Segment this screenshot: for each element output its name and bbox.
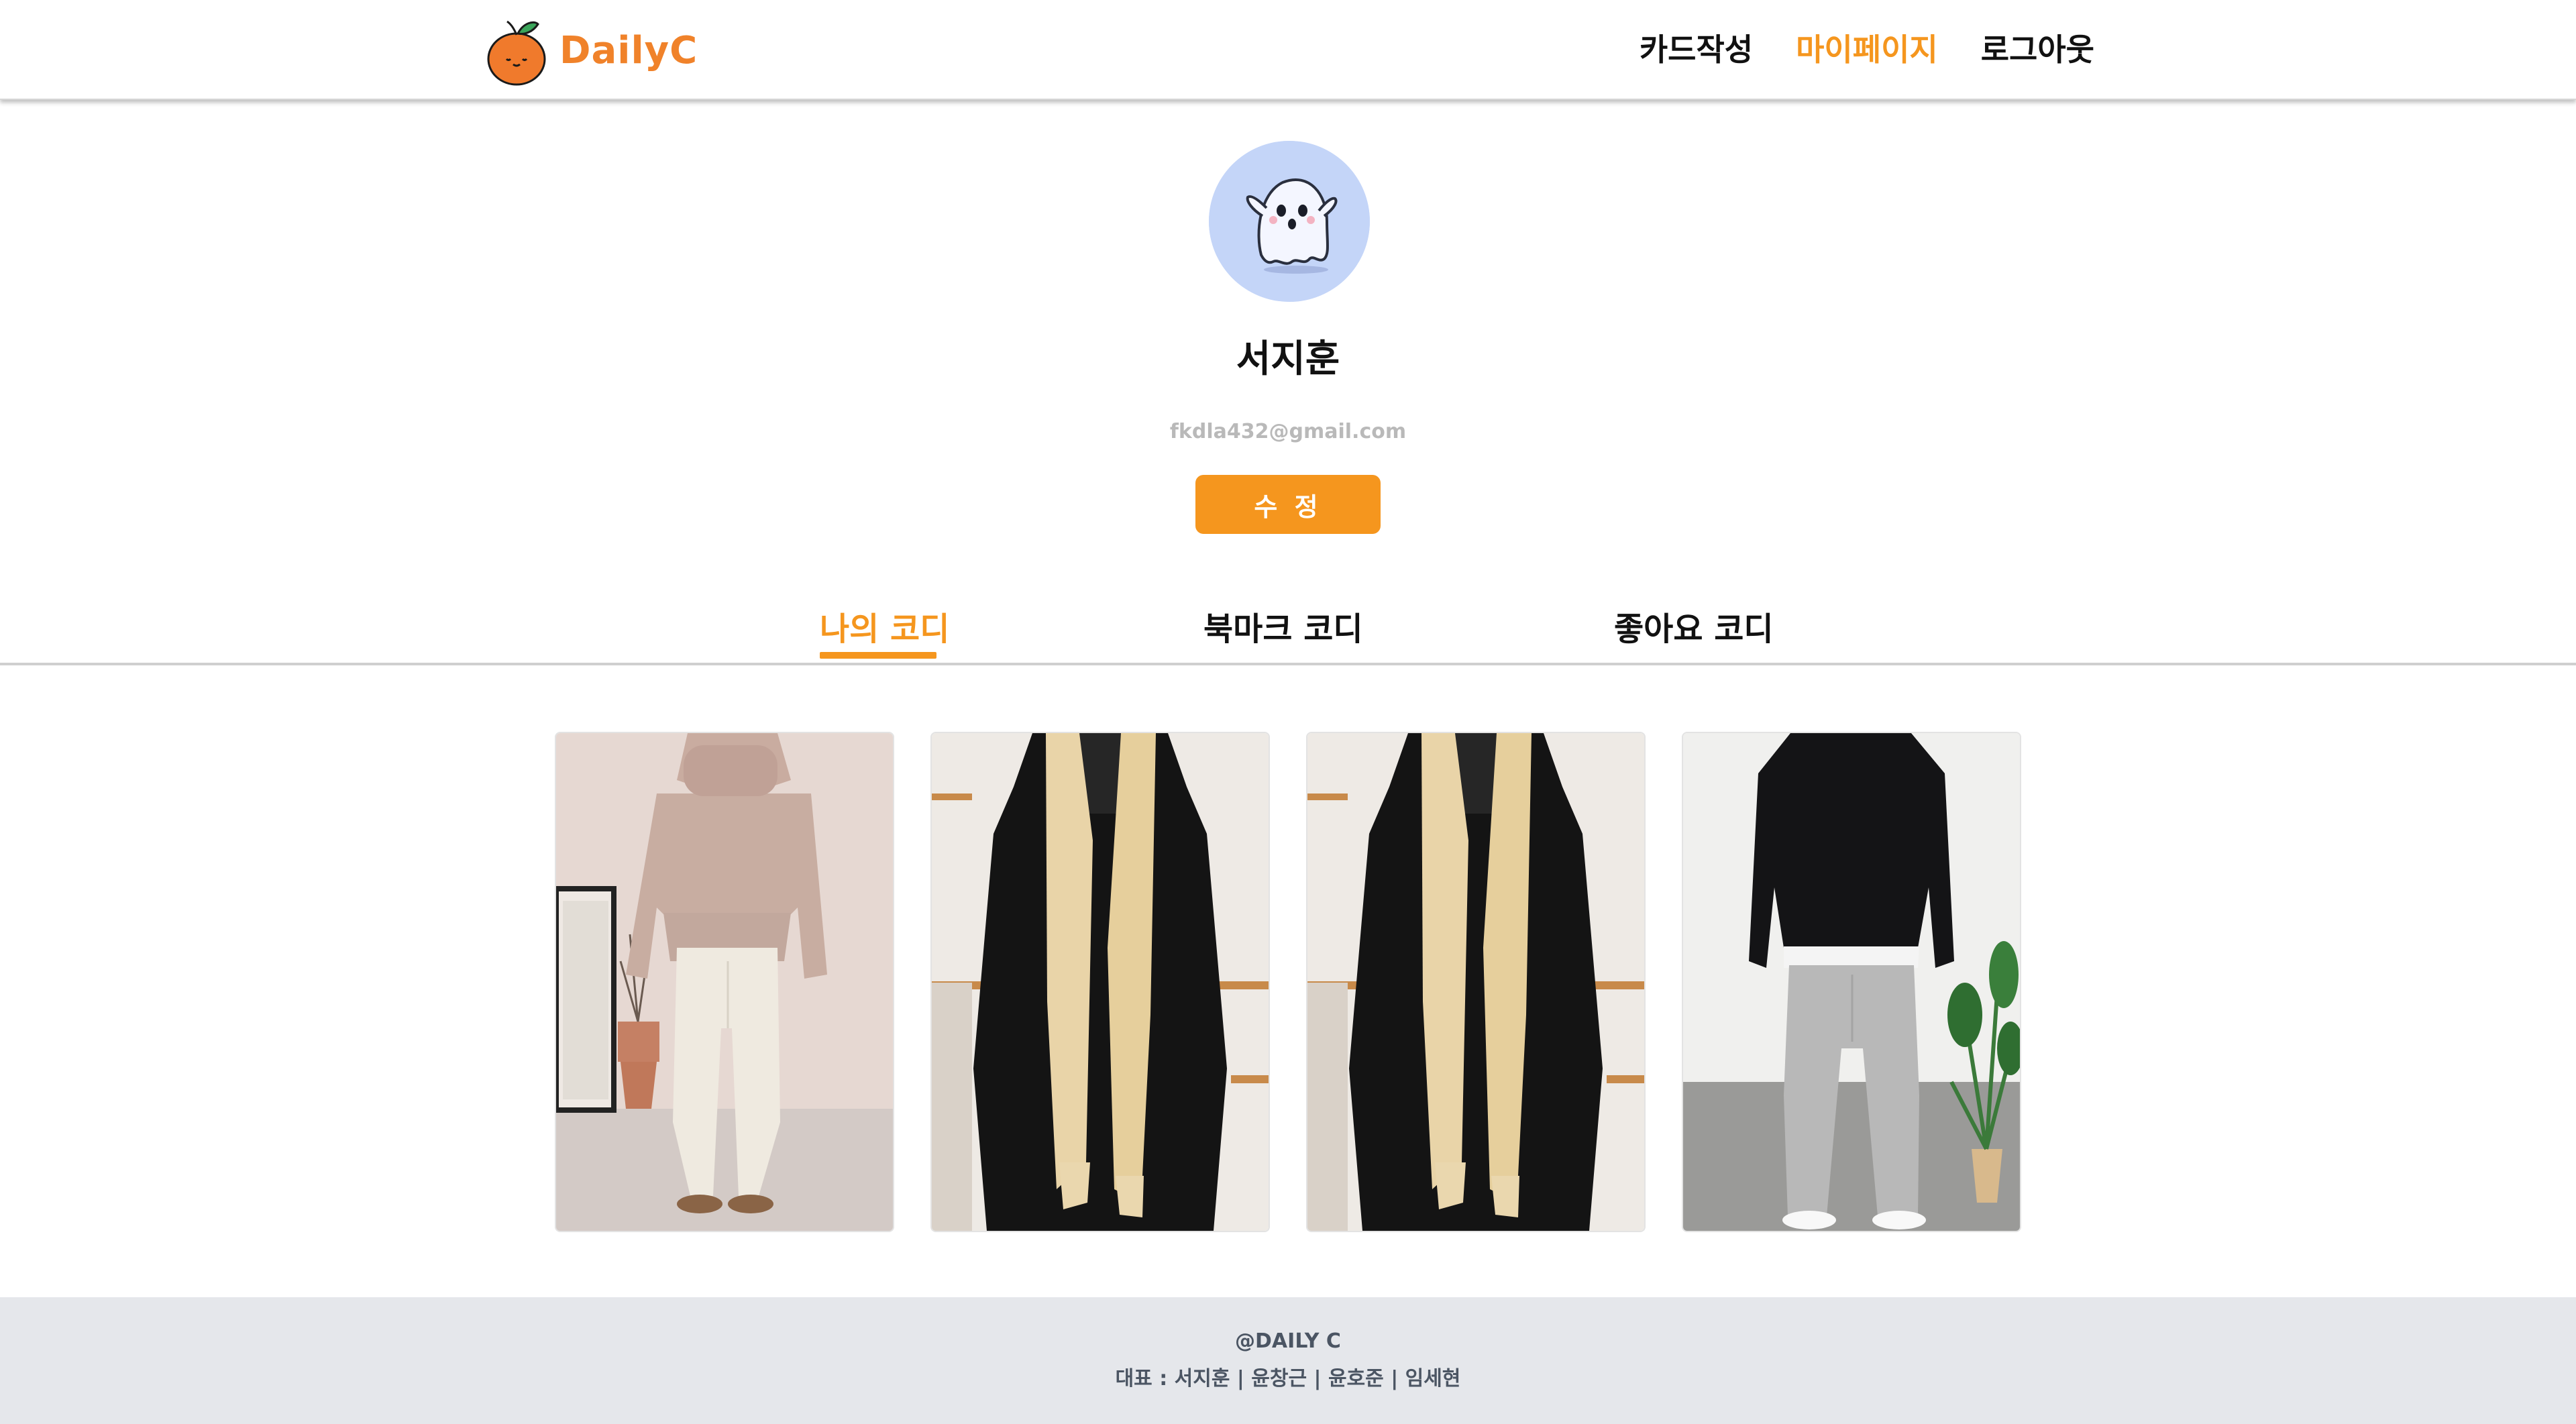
- avatar: [1209, 141, 1370, 302]
- codi-card-1[interactable]: [556, 733, 893, 1231]
- nav-logout[interactable]: 로그아웃: [1981, 25, 2094, 70]
- outfit-photo-coat-scarf: [1307, 733, 1644, 1231]
- top-nav-bar: DailyC 카드작성 마이페이지 로그아웃: [0, 0, 2576, 100]
- tab-bookmark-codi[interactable]: 북마크 코디: [1203, 602, 1363, 649]
- nav-my-page[interactable]: 마이페이지: [1796, 25, 1938, 70]
- codi-tabs: 나의 코디 북마크 코디 좋아요 코디: [0, 590, 2576, 665]
- profile-name: 서지훈: [1236, 337, 1340, 381]
- codi-card-3[interactable]: [1307, 733, 1644, 1231]
- footer-brand: @DAILY C: [1235, 1329, 1341, 1353]
- ghost-icon: [1209, 141, 1370, 302]
- tab-like-codi[interactable]: 좋아요 코디: [1614, 602, 1774, 649]
- main-nav: 카드작성 마이페이지 로그아웃: [1640, 25, 2094, 70]
- footer-representatives: 대표 : 서지훈 | 윤창근 | 윤호준 | 임세현: [1115, 1367, 1461, 1390]
- logo-link[interactable]: DailyC: [484, 13, 698, 87]
- profile-email: fkdla432@gmail.com: [1169, 420, 1407, 443]
- nav-create-card[interactable]: 카드작성: [1640, 25, 1753, 70]
- tangerine-logo-icon: [487, 20, 546, 86]
- logo-text: DailyC: [559, 28, 698, 72]
- edit-profile-button[interactable]: 수 정: [1195, 475, 1381, 534]
- active-tab-indicator: [820, 652, 936, 659]
- codi-card-4[interactable]: [1683, 733, 2020, 1231]
- outfit-photo-sweatshirt: [1683, 733, 2020, 1231]
- outfit-photo-coat-scarf: [932, 733, 1269, 1231]
- tab-my-codi[interactable]: 나의 코디: [820, 602, 949, 649]
- codi-card-2[interactable]: [932, 733, 1269, 1231]
- outfit-photo-turtleneck: [556, 733, 893, 1231]
- footer: @DAILY C 대표 : 서지훈 | 윤창근 | 윤호준 | 임세현: [0, 1297, 2576, 1424]
